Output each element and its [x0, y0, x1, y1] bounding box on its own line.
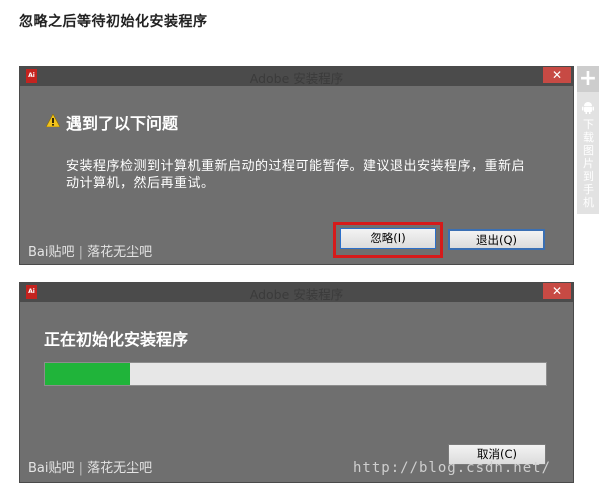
plus-icon[interactable]: + — [577, 66, 599, 92]
tieba-logo: Bai贴吧 — [28, 461, 75, 476]
quit-button[interactable]: 退出(Q) — [448, 229, 545, 250]
tieba-watermark: Bai贴吧 | 落花无尘吧 — [28, 461, 153, 476]
tieba-watermark: Bai贴吧 | 落花无尘吧 — [28, 245, 153, 260]
window-title: Adobe 安装程序 — [249, 71, 344, 86]
tieba-logo: Bai贴吧 — [28, 245, 75, 260]
title-bar[interactable]: Ai Adobe 安装程序 ✕ — [20, 283, 573, 302]
close-button[interactable]: ✕ — [543, 67, 571, 83]
ignore-button[interactable]: 忽略(I) — [340, 228, 436, 249]
android-icon — [582, 102, 594, 114]
forum-name: 落花无尘吧 — [87, 461, 153, 476]
forum-name: 落花无尘吧 — [87, 245, 153, 260]
blog-url-watermark: http://blog.csdn.net/ — [353, 460, 552, 476]
close-button[interactable]: ✕ — [543, 283, 571, 299]
problem-heading: 遇到了以下问题 — [66, 114, 179, 133]
page-heading: 忽略之后等待初始化安装程序 — [19, 14, 208, 30]
problem-message: 安装程序检测到计算机重新启动的过程可能暂停。建议退出安装程序，重新启动计算机，然… — [66, 159, 526, 191]
warning-icon — [46, 114, 60, 127]
window-title: Adobe 安装程序 — [249, 287, 344, 302]
progress-dialog: Ai Adobe 安装程序 ✕ 正在初始化安装程序 取消(C) Bai贴吧 | … — [19, 282, 574, 483]
problem-dialog: Ai Adobe 安装程序 ✕ 遇到了以下问题 安装程序检测到计算机重新启动的过… — [19, 66, 574, 265]
progress-heading: 正在初始化安装程序 — [44, 330, 189, 349]
progress-fill — [45, 363, 131, 385]
progress-bar — [44, 362, 547, 386]
title-bar[interactable]: Ai Adobe 安装程序 ✕ — [20, 67, 573, 86]
download-to-phone-label[interactable]: 下载图片到手机 — [583, 118, 595, 209]
